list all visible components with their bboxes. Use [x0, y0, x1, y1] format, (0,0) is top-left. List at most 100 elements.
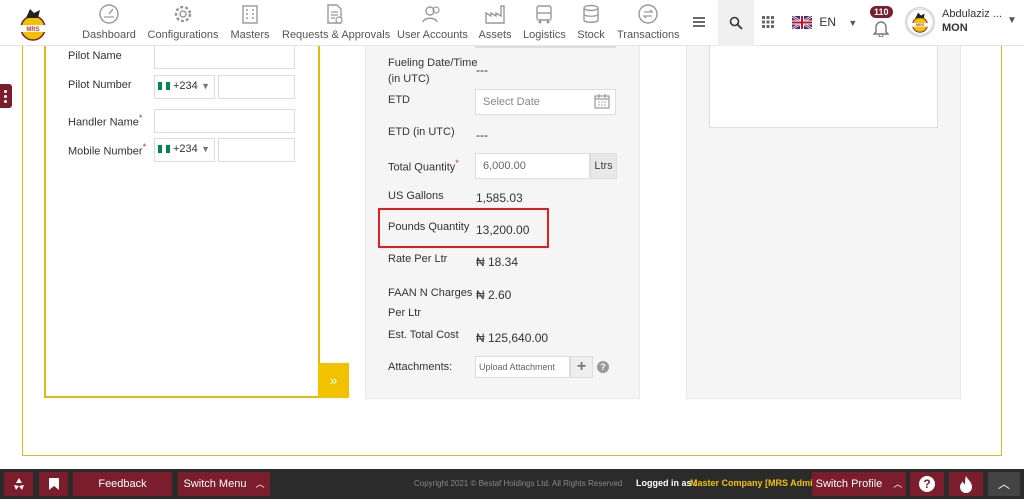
chevron-down-icon: ▼	[848, 18, 858, 28]
est-total-cost-label: Est. Total Cost	[388, 329, 459, 341]
etd-label: ETD	[388, 94, 410, 106]
chevron-up-icon: ︿	[255, 479, 265, 489]
apps-grid-icon[interactable]	[762, 16, 774, 28]
truck-icon	[536, 5, 552, 24]
users-icon	[422, 6, 440, 23]
exchange-icon	[638, 4, 658, 24]
fueling-datetime-value: ---	[476, 63, 488, 77]
required-mark: *	[142, 142, 147, 152]
pilot-name-label: Pilot Name	[68, 50, 122, 62]
user-name[interactable]: Abdulaziz ...	[942, 8, 1002, 20]
fueling-label-line1: Fueling Date/Time	[388, 57, 478, 69]
nav-transactions[interactable]: Transactions	[617, 3, 680, 45]
mrs-logo[interactable]: MRS	[14, 4, 52, 42]
nav-dashboard-label: Dashboard	[82, 29, 136, 41]
handler-name-input[interactable]	[154, 109, 295, 133]
faan-label-line2: Per Ltr	[388, 307, 422, 319]
side-menu-handle[interactable]	[0, 84, 12, 108]
nav-configurations[interactable]: Configurations	[146, 3, 220, 45]
bookmark-icon	[48, 478, 59, 490]
svg-text:MRS: MRS	[26, 27, 39, 33]
input-border-stub	[475, 46, 616, 48]
nav-requests-approvals-label: Requests & Approvals	[282, 29, 391, 41]
fueling-label-line2: (in UTC)	[388, 73, 430, 85]
search-icon	[729, 16, 743, 30]
copyright-text: Copyright 2021 © Bestaf Holdings Ltd. Al…	[414, 479, 623, 488]
calendar-icon[interactable]	[594, 93, 610, 109]
logged-in-company: Master Company [MRS Admin]	[690, 478, 822, 488]
chevron-down-icon: ▼	[201, 81, 210, 91]
chevron-down-icon: ▼	[201, 144, 210, 154]
avatar[interactable]: MRS	[905, 7, 935, 37]
total-quantity-label: Total Quantity*	[388, 155, 459, 176]
etd-placeholder: Select Date	[483, 96, 540, 108]
switch-profile-label: Switch Profile	[815, 478, 883, 490]
svg-text:MRS: MRS	[916, 23, 925, 27]
logged-in-label: Logged in as :	[636, 478, 698, 488]
svg-text:?: ?	[923, 477, 930, 491]
bell-icon	[873, 21, 889, 37]
recycle-button[interactable]	[4, 472, 33, 496]
mobile-number-label: Mobile Number*	[68, 142, 146, 158]
upload-placeholder: Upload Attachment	[479, 362, 556, 372]
nav-user-accounts-label: User Accounts	[397, 29, 468, 41]
nav-stock-label: Stock	[577, 29, 605, 41]
pounds-quantity-label: Pounds Quantity	[388, 221, 470, 233]
add-attachment-button[interactable]: +	[570, 356, 593, 378]
plus-icon: +	[576, 358, 587, 375]
upload-attachment-input[interactable]: Upload Attachment	[475, 356, 570, 378]
nav-dashboard[interactable]: Dashboard	[82, 3, 136, 45]
switch-profile-button[interactable]: Switch Profile ︿	[812, 472, 906, 496]
handler-name-label: Handler Name*	[68, 113, 143, 129]
chevron-up-icon: ︿	[997, 477, 1010, 491]
rate-per-ltr-value: ₦ 18.34	[476, 255, 519, 269]
nav-requests-approvals[interactable]: Requests & Approvals	[282, 3, 391, 45]
etd-utc-value: ---	[476, 128, 488, 142]
total-quantity-value: 6,000.00	[483, 160, 526, 172]
nav-logistics[interactable]: Logistics	[523, 3, 566, 45]
right-panel-inner-box	[709, 46, 938, 128]
hamburger-menu-icon[interactable]	[692, 15, 706, 29]
footer-bar: Feedback Switch Menu ︿ Copyright 2021 © …	[0, 469, 1024, 499]
switch-menu-button[interactable]: Switch Menu ︿	[178, 472, 270, 496]
total-quantity-label-text: Total Quantity	[388, 161, 456, 174]
switch-menu-label: Switch Menu	[183, 478, 247, 490]
nav-user-accounts[interactable]: User Accounts	[397, 3, 468, 45]
pilot-country-code-select[interactable]: +234 ▼	[154, 75, 215, 99]
nav-stock[interactable]: Stock	[576, 3, 606, 45]
chevron-up-icon: ︿	[893, 479, 903, 489]
search-button[interactable]	[718, 0, 754, 46]
mobile-number-input[interactable]	[218, 138, 295, 162]
us-gallons-value: 1,585.03	[476, 191, 523, 205]
uk-flag-icon	[791, 15, 813, 31]
unit-ltrs-addon: Ltrs	[590, 153, 617, 179]
language-selector[interactable]: EN ▼	[791, 15, 858, 31]
bookmark-button[interactable]	[39, 472, 68, 496]
scroll-top-button[interactable]: ︿	[988, 472, 1020, 496]
nav-masters[interactable]: Masters	[229, 3, 271, 45]
pilot-name-input[interactable]	[154, 46, 295, 69]
faan-charges-value: ₦ 2.60	[476, 288, 512, 302]
mobile-number-label-text: Mobile Number	[68, 145, 143, 158]
rate-per-ltr-label: Rate Per Ltr	[388, 253, 448, 265]
total-quantity-input[interactable]: 6,000.00	[475, 153, 590, 179]
nav-assets[interactable]: Assets	[478, 3, 512, 45]
fire-icon	[960, 476, 972, 493]
help-icon[interactable]: ?	[597, 361, 609, 373]
user-menu-chevron-icon[interactable]: ▼	[1007, 15, 1017, 26]
fire-button[interactable]	[949, 472, 983, 496]
pilot-number-input[interactable]	[218, 75, 295, 99]
nav-configurations-label: Configurations	[147, 29, 219, 41]
help-button[interactable]: ?	[910, 472, 944, 496]
user-station: MON	[942, 22, 968, 34]
mobile-country-code-select[interactable]: +234 ▼	[154, 138, 215, 162]
next-step-button[interactable]: »	[318, 363, 349, 398]
building-icon	[242, 5, 258, 24]
nav-transactions-label: Transactions	[617, 29, 680, 41]
required-mark: *	[138, 113, 143, 123]
feedback-button[interactable]: Feedback	[73, 472, 172, 496]
country-code-text: +234	[173, 143, 198, 155]
double-chevron-right-icon: »	[329, 372, 338, 388]
help-circle-icon: ?	[919, 476, 935, 492]
stack-icon	[583, 4, 599, 23]
